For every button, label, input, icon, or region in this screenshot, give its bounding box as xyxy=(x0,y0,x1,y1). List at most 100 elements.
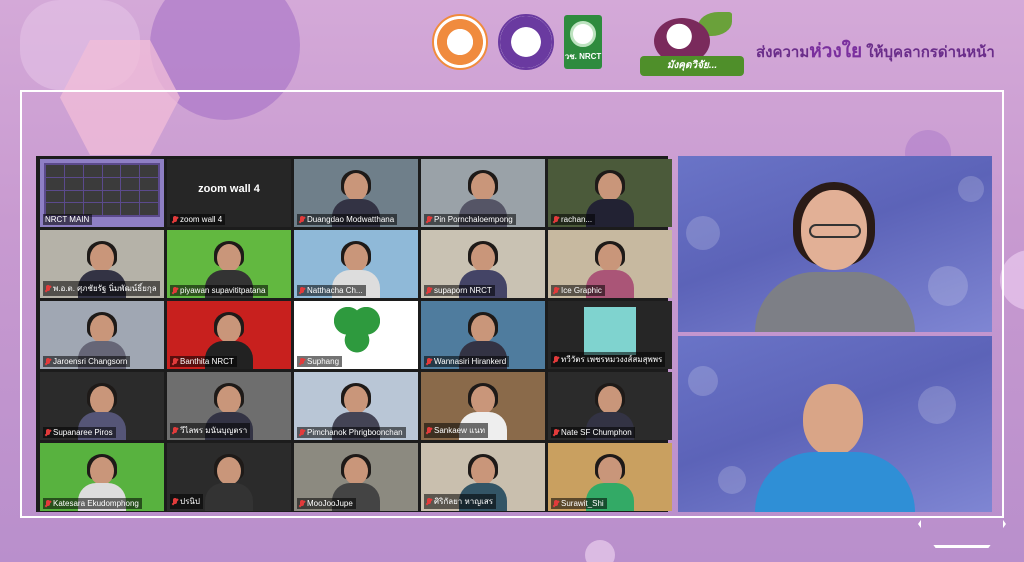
speaker-video-top[interactable] xyxy=(678,156,992,332)
participant-tile[interactable]: supaporn NRCT xyxy=(421,230,545,298)
participant-tile[interactable]: NRCT MAIN xyxy=(40,159,164,227)
muted-mic-icon xyxy=(172,357,178,366)
participant-name: NRCT MAIN xyxy=(45,215,90,224)
participant-tile[interactable]: Natthacha Ch... xyxy=(294,230,418,298)
participant-name: พ.อ.ต. ศุภชัยรัฐ นิ่มพัฒน์ธิ์ยกุล xyxy=(53,284,157,293)
participant-name-label: ทวีวัตร เพชรหมวงงส์สมสุพพร xyxy=(551,352,666,367)
speaker-person xyxy=(755,182,915,332)
muted-mic-icon xyxy=(299,428,305,437)
muted-mic-icon xyxy=(45,428,51,437)
muted-mic-icon xyxy=(172,286,178,295)
muted-mic-icon xyxy=(426,357,432,366)
participant-name-label: Katesara Ekudomphong xyxy=(43,498,142,509)
participant-name-label: Pin Pornchaloempong xyxy=(424,214,516,225)
zoom-gallery-view: NRCT MAIN zoom wall 4 zoom wall 4 Duangdao … xyxy=(36,156,672,512)
participant-tile[interactable]: piyawan supavititpatana xyxy=(167,230,291,298)
bubble-decor xyxy=(718,466,746,494)
participant-name: Duangdao Modwatthana xyxy=(307,215,395,224)
participant-name-label: Nate SF Chumphon xyxy=(551,427,635,438)
participant-name-label: supaporn NRCT xyxy=(424,285,495,296)
participant-name: zoom wall 4 xyxy=(180,215,223,224)
bubble-decor xyxy=(686,216,720,250)
bubble-decor xyxy=(918,386,956,424)
participant-name: rachan... xyxy=(561,215,593,224)
participant-tile[interactable]: พ.อ.ต. ศุภชัยรัฐ นิ่มพัฒน์ธิ์ยกุล xyxy=(40,230,164,298)
participant-tile[interactable]: Jaroensri Changsorn xyxy=(40,301,164,369)
participant-video xyxy=(205,454,253,511)
participant-tile[interactable]: ศิริกัลยา หาญเสร xyxy=(421,443,545,511)
participant-tile[interactable]: rachan... xyxy=(548,159,672,227)
glasses-icon xyxy=(809,224,861,238)
bubble-decor xyxy=(928,266,968,306)
campaign-slogan: ส่งความห่วงใย ให้บุคลากรด่านหน้า xyxy=(756,41,995,62)
participant-name: ทวีวัตร เพชรหมวงงส์สมสุพพร xyxy=(561,355,663,364)
bubble-decor xyxy=(958,176,984,202)
muted-mic-icon xyxy=(553,428,559,437)
mangosteen-campaign-logo: มังคุดวิจัย... xyxy=(640,12,744,76)
muted-mic-icon xyxy=(426,286,432,295)
participant-name: supaporn NRCT xyxy=(434,286,492,295)
participant-tile[interactable]: Wannasiri Hirankerd xyxy=(421,301,545,369)
participant-name-label: MooJooJupe xyxy=(297,498,356,509)
participant-tile[interactable]: ทวีวัตร เพชรหมวงงส์สมสุพพร xyxy=(548,301,672,369)
participant-name: Ice Graphic xyxy=(561,286,602,295)
trident-seal-logo xyxy=(498,14,554,70)
muted-mic-icon xyxy=(426,426,432,435)
nrct-logo: วช. NRCT xyxy=(564,15,602,69)
logo-group: วช. NRCT xyxy=(432,14,602,70)
participant-name: Nate SF Chumphon xyxy=(561,428,632,437)
participant-tile[interactable]: Sankaew แนท xyxy=(421,372,545,440)
participant-tile[interactable]: Surawit_Shi xyxy=(548,443,672,511)
participant-name-label: rachan... xyxy=(551,214,596,225)
muted-mic-icon xyxy=(299,286,305,295)
participant-name-label: zoom wall 4 xyxy=(170,214,226,225)
participant-name: วีไลพร มนันบุญตรา xyxy=(180,426,248,435)
participant-name: ปรนิป xyxy=(180,497,200,506)
participant-name: MooJooJupe xyxy=(307,499,353,508)
participant-tile[interactable]: MooJooJupe xyxy=(294,443,418,511)
participant-tile[interactable]: Ice Graphic xyxy=(548,230,672,298)
participant-tile[interactable]: Supanaree Piros xyxy=(40,372,164,440)
video-placeholder xyxy=(584,307,636,355)
participant-name-label: Banthita NRCT xyxy=(170,356,237,367)
muted-mic-icon xyxy=(426,215,432,224)
participant-name: Sankaew แนท xyxy=(434,426,486,435)
participant-name-label: Pimchanok Phrigboonchan xyxy=(297,427,406,438)
participant-name: Katesara Ekudomphong xyxy=(53,499,139,508)
participant-name: Pimchanok Phrigboonchan xyxy=(307,428,403,437)
speaker-video-bottom[interactable] xyxy=(678,336,992,512)
participant-tile[interactable]: zoom wall 4 zoom wall 4 xyxy=(167,159,291,227)
participant-name-label: piyawan supavititpatana xyxy=(170,285,269,296)
muted-mic-icon xyxy=(172,215,178,224)
participant-name: piyawan supavititpatana xyxy=(180,286,266,295)
participant-name-label: ศิริกัลยา หาญเสร xyxy=(424,494,497,509)
clover-icon xyxy=(334,307,380,353)
participant-name-label: Duangdao Modwatthana xyxy=(297,214,398,225)
muted-mic-icon xyxy=(426,497,432,506)
muted-mic-icon xyxy=(299,499,305,508)
participant-tile[interactable]: Nate SF Chumphon xyxy=(548,372,672,440)
muted-mic-icon xyxy=(45,357,51,366)
participant-tile[interactable]: Banthita NRCT xyxy=(167,301,291,369)
participant-tile[interactable]: วีไลพร มนันบุญตรา xyxy=(167,372,291,440)
participant-name-label: Suphang xyxy=(297,356,343,367)
participant-tile[interactable]: Katesara Ekudomphong xyxy=(40,443,164,511)
muted-mic-icon xyxy=(553,355,559,364)
decor-circle xyxy=(585,540,615,562)
participant-tile[interactable]: Duangdao Modwatthana xyxy=(294,159,418,227)
participant-tile[interactable]: Suphang xyxy=(294,301,418,369)
participant-name-label: Wannasiri Hirankerd xyxy=(424,356,510,367)
participant-tile[interactable]: Pin Pornchaloempong xyxy=(421,159,545,227)
bubble-decor xyxy=(688,366,718,396)
muted-mic-icon xyxy=(553,499,559,508)
participant-name-label: Ice Graphic xyxy=(551,285,605,296)
participant-name-label: พ.อ.ต. ศุภชัยรัฐ นิ่มพัฒน์ธิ์ยกุล xyxy=(43,281,160,296)
participant-tile[interactable]: ปรนิป xyxy=(167,443,291,511)
muted-mic-icon xyxy=(553,286,559,295)
participant-name-label: Natthacha Ch... xyxy=(297,285,366,296)
muted-mic-icon xyxy=(45,284,51,293)
participant-name-label: ปรนิป xyxy=(170,494,203,509)
tile-center-label: zoom wall 4 xyxy=(198,183,260,195)
participant-tile[interactable]: Pimchanok Phrigboonchan xyxy=(294,372,418,440)
ministry-seal-logo xyxy=(432,14,488,70)
